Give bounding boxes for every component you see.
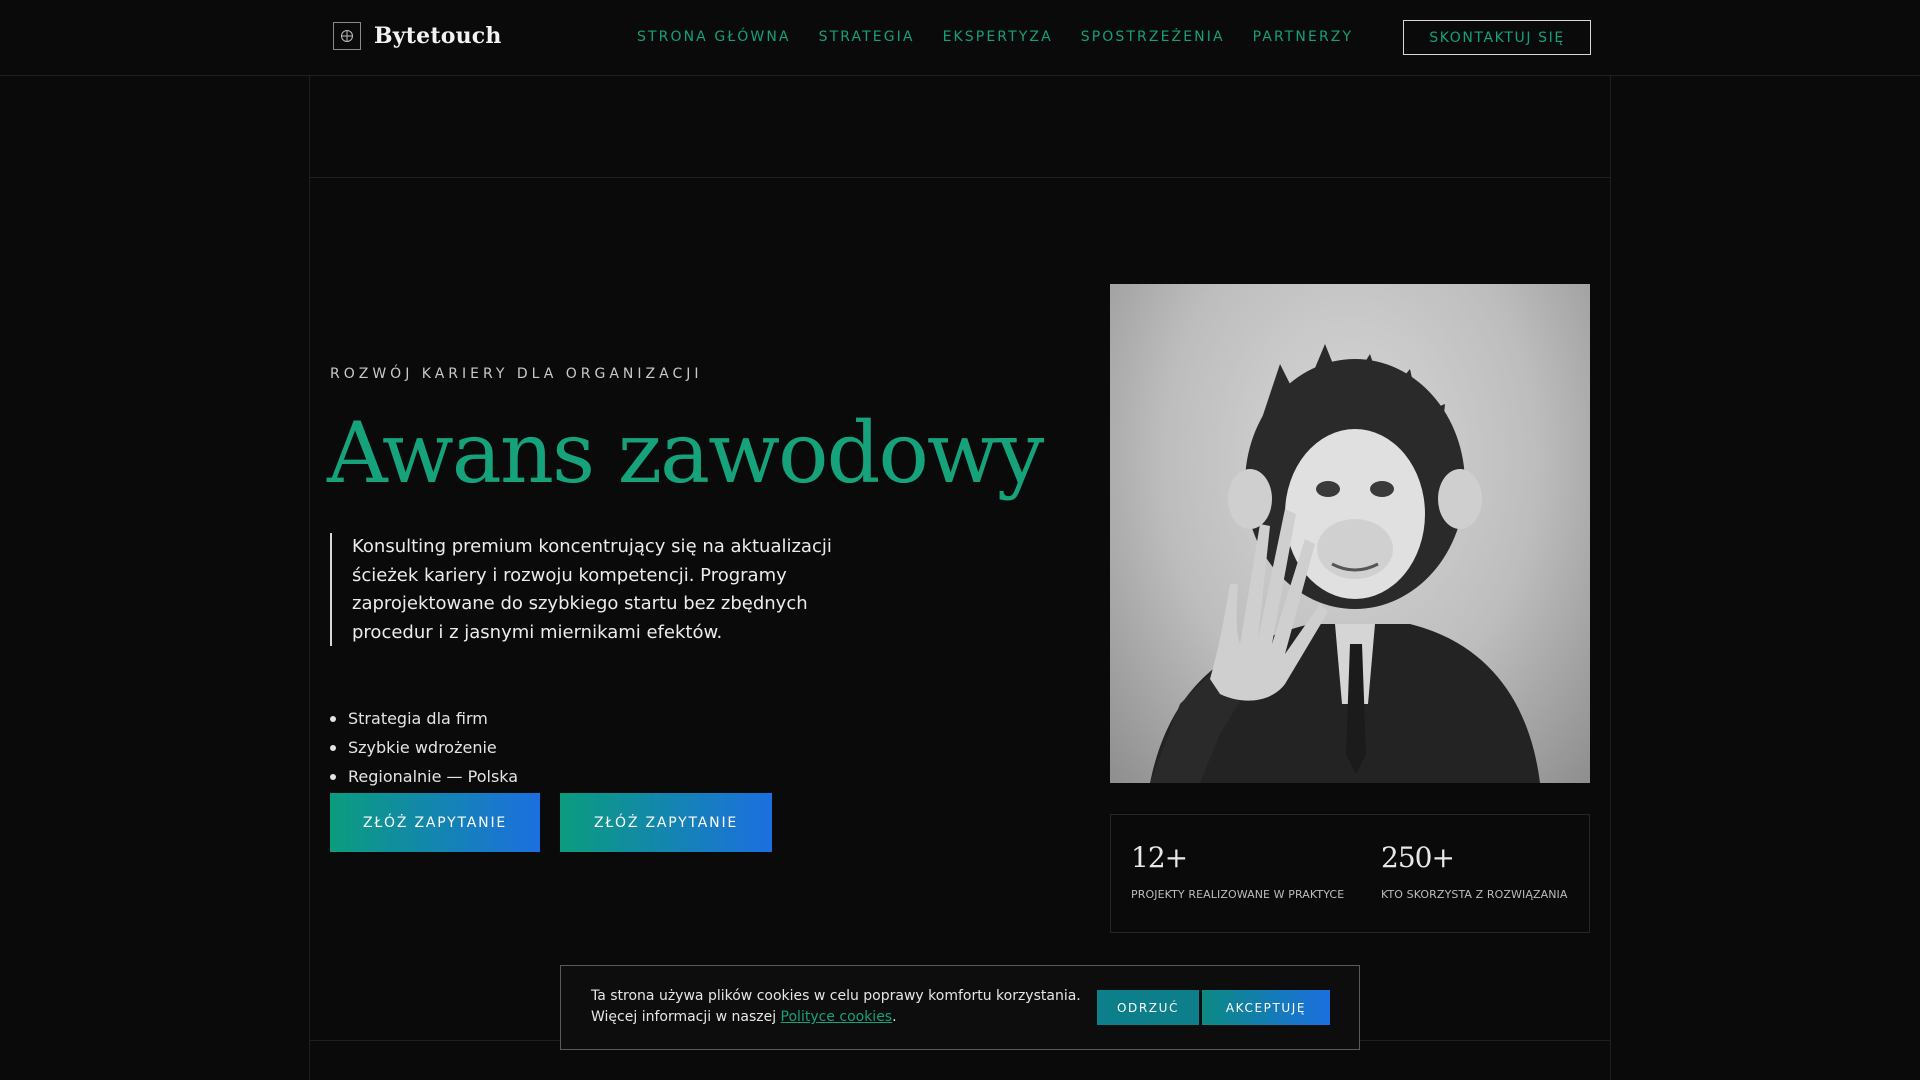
divider bbox=[309, 177, 1611, 178]
list-item-label: Regionalnie — Polska bbox=[348, 767, 519, 786]
cookie-policy-link[interactable]: Polityce cookies bbox=[781, 1009, 893, 1025]
stat-label: KTO SKORZYSTA Z ROZWIĄZANIA bbox=[1381, 888, 1568, 901]
stats-panel: 12+ PROJEKTY REALIZOWANE W PRAKTYCE 250+… bbox=[1110, 814, 1590, 933]
stat-users: 250+ KTO SKORZYSTA Z ROZWIĄZANIA bbox=[1381, 841, 1568, 901]
cookie-line-1: Ta strona używa plików cookies w celu po… bbox=[591, 988, 1081, 1004]
brand-name: Bytetouch bbox=[374, 23, 502, 49]
hero-description: Konsulting premium koncentrujący się na … bbox=[330, 533, 850, 646]
nav-item-insights[interactable]: SPOSTRZEŻENIA bbox=[1081, 29, 1225, 45]
nav-item-strategy[interactable]: STRATEGIA bbox=[819, 29, 915, 45]
nav-item-home[interactable]: STRONA GŁÓWNA bbox=[637, 29, 791, 45]
cookie-line-2: Więcej informacji w naszej Polityce cook… bbox=[591, 1007, 1081, 1028]
cookie-message: Ta strona używa plików cookies w celu po… bbox=[591, 986, 1081, 1028]
brand-logo[interactable]: Bytetouch bbox=[333, 22, 502, 50]
inquiry-button-secondary[interactable]: ZŁÓŻ ZAPYTANIE bbox=[560, 793, 772, 852]
stat-value: 250+ bbox=[1381, 841, 1455, 874]
bullet-icon bbox=[330, 744, 336, 751]
reject-cookies-button[interactable]: ODRZUĆ bbox=[1097, 990, 1199, 1025]
stat-label: PROJEKTY REALIZOWANE W PRAKTYCE bbox=[1131, 888, 1345, 901]
hero-eyebrow: ROZWÓJ KARIERY DLA ORGANIZACJI bbox=[330, 366, 703, 382]
bullet-icon bbox=[330, 715, 336, 722]
globe-icon bbox=[333, 22, 361, 50]
hero-photo bbox=[1110, 284, 1590, 783]
list-item: Szybkie wdrożenie bbox=[330, 733, 518, 762]
list-item-label: Strategia dla firm bbox=[348, 709, 488, 728]
cookie-line-2-suffix: . bbox=[892, 1009, 897, 1025]
inquiry-button-primary[interactable]: ZŁÓŻ ZAPYTANIE bbox=[330, 793, 540, 852]
list-item: Strategia dla firm bbox=[330, 704, 518, 733]
feature-list: Strategia dla firm Szybkie wdrożenie Reg… bbox=[330, 704, 518, 791]
site-header: Bytetouch STRONA GŁÓWNA STRATEGIA EKSPER… bbox=[0, 0, 1920, 76]
stat-projects: 12+ PROJEKTY REALIZOWANE W PRAKTYCE bbox=[1131, 841, 1344, 901]
bullet-icon bbox=[330, 773, 336, 780]
main-nav: STRONA GŁÓWNA STRATEGIA EKSPERTYZA SPOST… bbox=[637, 29, 1381, 45]
cookie-banner: Ta strona używa plików cookies w celu po… bbox=[560, 965, 1360, 1050]
hero-title: Awans zawodowy bbox=[327, 404, 1044, 502]
accept-cookies-button[interactable]: AKCEPTUJĘ bbox=[1202, 990, 1330, 1025]
nav-item-partners[interactable]: PARTNERZY bbox=[1253, 29, 1353, 45]
nav-item-expertise[interactable]: EKSPERTYZA bbox=[943, 29, 1053, 45]
contact-button[interactable]: SKONTAKTUJ SIĘ bbox=[1403, 20, 1591, 55]
list-item: Regionalnie — Polska bbox=[330, 762, 518, 791]
stat-value: 12+ bbox=[1131, 841, 1188, 874]
list-item-label: Szybkie wdrożenie bbox=[348, 738, 497, 757]
cookie-line-2-prefix: Więcej informacji w naszej bbox=[591, 1009, 781, 1025]
